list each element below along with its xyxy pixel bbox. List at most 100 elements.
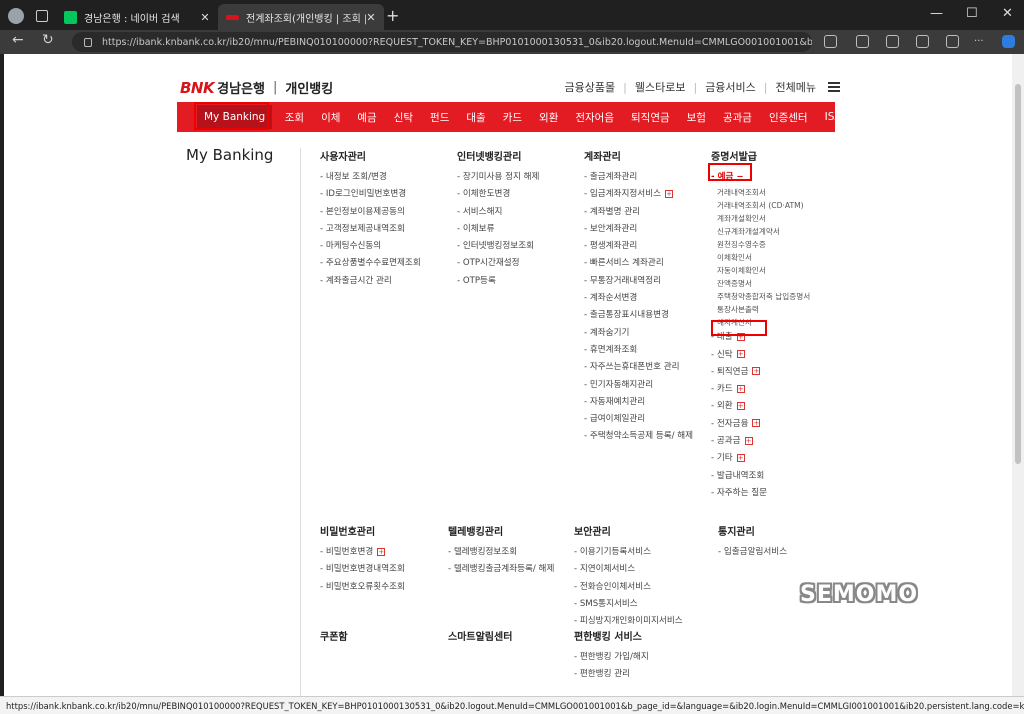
menu-item[interactable]: 자동이체확인서 [711, 264, 810, 277]
gnb-item[interactable]: 펀드 [422, 110, 458, 125]
gnb-item[interactable]: 퇴직연금 [623, 110, 679, 125]
menu-item[interactable]: - 지연이체서비스 [574, 561, 683, 578]
menu-item[interactable]: - 비밀번호오류횟수조회 [320, 579, 405, 596]
menu-item[interactable]: 이체확인서 [711, 251, 810, 264]
menu-item[interactable]: - 계좌출금시간 관리 [320, 273, 421, 290]
tab-naver-search[interactable]: 경남은행 : 네이버 검색 ✕ [56, 4, 218, 30]
gnb-item[interactable]: 이체 [313, 110, 349, 125]
menu-item[interactable]: - 자주쓰는휴대폰번호 관리 [584, 359, 693, 376]
menu-item[interactable]: - 인터넷뱅킹정보조회 [457, 238, 539, 255]
menu-item[interactable]: - 계좌순서변경 [584, 290, 693, 307]
split-screen-icon[interactable] [856, 35, 869, 48]
menu-item[interactable]: - 편한뱅킹 관리 [574, 666, 649, 683]
menu-item[interactable]: - 고객정보제공내역조회 [320, 221, 421, 238]
util-wealthstar[interactable]: 웰스타로보 [635, 79, 686, 95]
close-window-button[interactable]: ✕ [1002, 6, 1013, 21]
menu-item[interactable]: - 이체보류 [457, 221, 539, 238]
menu-item[interactable]: - 편한뱅킹 가입/해지 [574, 649, 649, 666]
menu-item[interactable]: 주택청약종합저축 납입증명서 [711, 290, 810, 303]
expand-plus-icon[interactable]: + [736, 453, 745, 462]
menu-item[interactable]: - 이용기기등록서비스 [574, 544, 683, 561]
menu-item[interactable]: - 텔레뱅킹정보조회 [448, 544, 554, 561]
gnb-item[interactable]: 대출 [458, 110, 494, 125]
menu-item[interactable]: - 서비스해지 [457, 204, 539, 221]
menu-item[interactable]: - 휴면계좌조회 [584, 342, 693, 359]
menu-item[interactable]: - 평생계좌관리 [584, 238, 693, 255]
profile-avatar[interactable] [8, 8, 24, 24]
menu-item[interactable]: - 출금계좌관리 [584, 169, 693, 186]
minimize-button[interactable]: — [930, 6, 943, 21]
menu-item[interactable]: - 무통장거래내역정리 [584, 273, 693, 290]
menu-item[interactable]: 신규계좌개설계약서 [711, 225, 810, 238]
menu-section-smart-alarm[interactable]: 스마트알림센터 [448, 628, 512, 649]
menu-item[interactable]: - 출금통장표시내용변경 [584, 307, 693, 324]
expand-plus-icon[interactable]: + [744, 436, 753, 445]
gnb-item[interactable]: 카드 [494, 110, 530, 125]
menu-item[interactable]: - ID로그인비밀번호변경 [320, 186, 421, 203]
menu-item[interactable]: - 비밀번호변경 + [320, 544, 405, 561]
refresh-icon[interactable]: ↻ [42, 32, 54, 48]
more-icon[interactable]: ··· [974, 35, 987, 48]
menu-item[interactable]: - 급여이체일관리 [584, 411, 693, 428]
menu-item[interactable]: - 내정보 조회/변경 [320, 169, 421, 186]
menu-item[interactable]: - 빠른서비스 계좌관리 [584, 255, 693, 272]
extensions-icon[interactable] [824, 35, 837, 48]
menu-item[interactable]: - OTP시간재설정 [457, 255, 539, 272]
menu-section-coupon[interactable]: 쿠폰함 [320, 628, 348, 649]
expand-plus-icon[interactable]: + [665, 189, 674, 198]
tab-knbank[interactable]: 전계좌조회(개인뱅킹 | 조회 | 전계 ✕ [218, 4, 384, 30]
maximize-button[interactable]: ☐ [966, 6, 978, 21]
menu-item[interactable]: - 마케팅수신동의 [320, 238, 421, 255]
copilot-icon[interactable] [1002, 35, 1015, 48]
gnb-item[interactable]: 신탁 [385, 110, 421, 125]
gnb-item[interactable]: ISA [816, 111, 850, 123]
menu-item[interactable]: 계좌개설확인서 [711, 212, 810, 225]
gnb-item[interactable]: 보험 [678, 110, 714, 125]
gnb-item[interactable]: 외환 [531, 110, 567, 125]
address-bar[interactable]: https://ibank.knbank.co.kr/ib20/mnu/PEBI… [72, 32, 812, 52]
menu-item[interactable]: - 이체한도변경 [457, 186, 539, 203]
menu-item[interactable]: - 전자금융 + [711, 416, 810, 433]
menu-item[interactable]: - OTP등록 [457, 273, 539, 290]
expand-plus-icon[interactable]: + [736, 350, 745, 359]
expand-plus-icon[interactable]: + [377, 547, 386, 556]
expand-plus-icon[interactable]: + [736, 384, 745, 393]
gnb-item[interactable]: 조회 [276, 110, 312, 125]
menu-item[interactable]: - 주택청약소득공제 등록/ 해제 [584, 428, 693, 445]
gnb-item[interactable]: 예금 [349, 110, 385, 125]
menu-item[interactable]: - 입금계좌지정서비스 + [584, 186, 693, 203]
menu-item[interactable]: - 본인정보이용제공동의 [320, 204, 421, 221]
menu-item[interactable]: - 카드 + [711, 381, 810, 398]
close-tab-icon[interactable]: ✕ [366, 11, 376, 24]
menu-item[interactable]: 잔액증명서 [711, 277, 810, 290]
menu-item[interactable]: - 텔레뱅킹출금계좌등록/ 해제 [448, 561, 554, 578]
util-all-menu[interactable]: 전체메뉴 [776, 79, 816, 95]
menu-item[interactable]: - SMS통지서비스 [574, 596, 683, 613]
tab-actions-icon[interactable] [36, 10, 48, 22]
menu-item[interactable]: - 주요상품별수수료면제조회 [320, 255, 421, 272]
menu-item[interactable]: - 입출금알림서비스 [718, 544, 787, 561]
menu-item[interactable]: - 자주하는 질문 [711, 485, 810, 502]
bnk-logo[interactable]: BNK 경남은행 | 개인뱅킹 [180, 78, 333, 98]
menu-item[interactable]: - 외환 + [711, 398, 810, 415]
menu-item[interactable]: - 계좌별명 관리 [584, 204, 693, 221]
menu-item[interactable]: - 장기미사용 정지 해제 [457, 169, 539, 186]
expand-plus-icon[interactable]: + [752, 419, 761, 428]
scrollbar[interactable] [1012, 54, 1024, 696]
expand-plus-icon[interactable]: + [736, 401, 745, 410]
menu-item[interactable]: - 자동재예치관리 [584, 394, 693, 411]
menu-item[interactable]: 거래내역조회서 (CD·ATM) [711, 199, 810, 212]
menu-item[interactable]: 거래내역조회서 [711, 186, 810, 199]
util-finance-service[interactable]: 금융서비스 [705, 79, 756, 95]
scrollbar-thumb[interactable] [1015, 84, 1021, 464]
heart-icon[interactable] [946, 35, 959, 48]
menu-item[interactable]: - 민기자동해지관리 [584, 377, 693, 394]
util-product-mall[interactable]: 금융상품몰 [565, 79, 616, 95]
expand-plus-icon[interactable]: + [752, 367, 761, 376]
menu-item[interactable]: - 공과금 + [711, 433, 810, 450]
gnb-item[interactable]: 공과금 [714, 110, 760, 125]
hamburger-menu-icon[interactable] [828, 82, 840, 92]
menu-item[interactable]: - 보안계좌관리 [584, 221, 693, 238]
close-tab-icon[interactable]: ✕ [200, 11, 210, 24]
menu-item[interactable]: - 비밀번호변경내역조회 [320, 561, 405, 578]
